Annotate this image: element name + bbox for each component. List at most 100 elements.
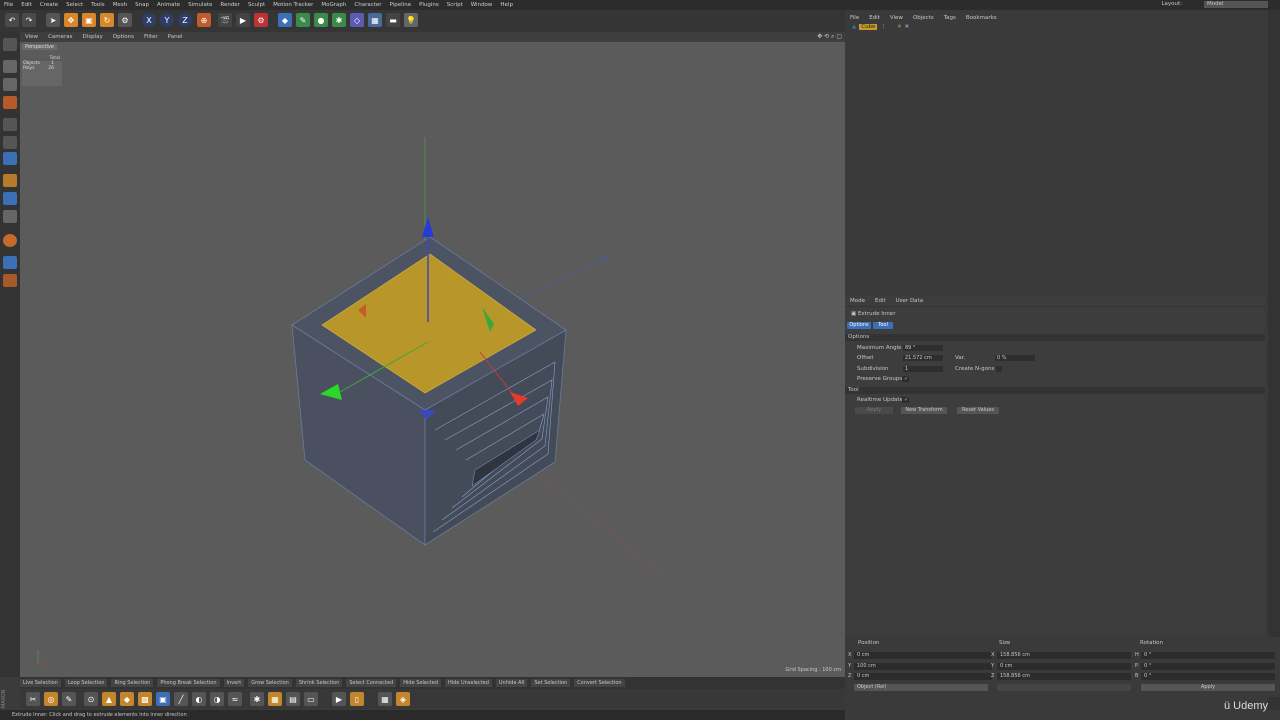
- menu-plugins[interactable]: Plugins: [415, 2, 443, 8]
- bevel-icon[interactable]: ◆: [120, 692, 134, 706]
- select-tool-icon[interactable]: ➤: [46, 13, 60, 27]
- matrix-extrude-icon[interactable]: ▩: [138, 692, 152, 706]
- menu-mograph[interactable]: MoGraph: [317, 2, 350, 8]
- menu-create[interactable]: Create: [36, 2, 62, 8]
- edges-mode-icon[interactable]: [3, 136, 17, 149]
- snapping-icon[interactable]: [3, 234, 17, 247]
- weld-icon[interactable]: ✱: [250, 692, 264, 706]
- viewport-menu-display[interactable]: Display: [78, 34, 108, 40]
- x-axis-lock-icon[interactable]: X: [142, 13, 156, 27]
- menu-tools[interactable]: Tools: [87, 2, 109, 8]
- menu-window[interactable]: Window: [467, 2, 497, 8]
- menu-mesh[interactable]: Mesh: [109, 2, 131, 8]
- menu-sculpt[interactable]: Sculpt: [244, 2, 269, 8]
- menu-render[interactable]: Render: [216, 2, 244, 8]
- rot-h-field[interactable]: 0 °: [1141, 652, 1275, 659]
- object-menu-tags[interactable]: Tags: [939, 15, 961, 21]
- coordinate-system-icon[interactable]: ⊕: [197, 13, 211, 27]
- split-icon[interactable]: ▭: [304, 692, 318, 706]
- array-icon[interactable]: ▯: [350, 692, 364, 706]
- menu-animate[interactable]: Animate: [153, 2, 184, 8]
- extrude-inner-tool-icon[interactable]: ▣: [156, 692, 170, 706]
- menu-simulate[interactable]: Simulate: [184, 2, 216, 8]
- size-mode-select[interactable]: [997, 684, 1131, 691]
- selection-tool-hide-unselected[interactable]: Hide Unselected: [444, 679, 492, 687]
- phong-tag-icon[interactable]: ✳: [897, 24, 902, 30]
- bridge-icon[interactable]: ◎: [44, 692, 58, 706]
- coordinates-apply-button[interactable]: Apply: [1141, 684, 1275, 691]
- subdivide-icon[interactable]: ▦: [378, 692, 392, 706]
- size-y-field[interactable]: 0 cm: [997, 663, 1131, 670]
- apply-button[interactable]: Apply: [855, 407, 893, 414]
- cloner-icon[interactable]: ✱: [332, 13, 346, 27]
- redo-icon[interactable]: ↷: [22, 13, 36, 27]
- menu-file[interactable]: File: [0, 2, 17, 8]
- object-menu-view[interactable]: View: [885, 15, 908, 21]
- move-tool-icon[interactable]: ✥: [64, 13, 78, 27]
- selection-tool-select-connected[interactable]: Select Connected: [346, 679, 397, 687]
- rot-p-field[interactable]: 0 °: [1141, 663, 1275, 670]
- 3d-viewport[interactable]: Perspective Total Objects 1 Polys 26 Gri…: [20, 42, 845, 677]
- model-mode-icon[interactable]: [3, 60, 17, 73]
- coordinate-mode-select[interactable]: Object (Rel): [854, 684, 988, 691]
- triangulate-icon[interactable]: ◈: [396, 692, 410, 706]
- tweak-mode-icon[interactable]: [3, 192, 17, 205]
- menu-pipeline[interactable]: Pipeline: [386, 2, 416, 8]
- selection-tool-loop-selection[interactable]: Loop Selection: [64, 679, 108, 687]
- rotate-tool-icon[interactable]: ↻: [100, 13, 114, 27]
- optimize-icon[interactable]: ▤: [286, 692, 300, 706]
- menu-motion-tracker[interactable]: Motion Tracker: [269, 2, 317, 8]
- undo-icon[interactable]: ↶: [5, 13, 19, 27]
- object-menu-bookmarks[interactable]: Bookmarks: [961, 15, 1002, 21]
- preserve-groups-checkbox[interactable]: ✓: [902, 376, 909, 382]
- render-view-icon[interactable]: 🎬: [218, 13, 232, 27]
- attribute-menu-mode[interactable]: Mode: [845, 298, 870, 304]
- viewport-solo-icon[interactable]: [3, 210, 17, 223]
- y-axis-lock-icon[interactable]: Y: [160, 13, 174, 27]
- deformer-icon[interactable]: ◇: [350, 13, 364, 27]
- menu-edit[interactable]: Edit: [17, 2, 36, 8]
- viewport-menu-filter[interactable]: Filter: [139, 34, 163, 40]
- z-axis-lock-icon[interactable]: Z: [178, 13, 192, 27]
- pen-spline-icon[interactable]: ✎: [296, 13, 310, 27]
- planar-workplane-icon[interactable]: [3, 274, 17, 287]
- close-hole-icon[interactable]: ⊙: [84, 692, 98, 706]
- tab-tool[interactable]: Tool: [873, 322, 893, 329]
- light-icon[interactable]: 💡: [404, 13, 418, 27]
- tab-options[interactable]: Options: [847, 322, 871, 329]
- selection-tool-shrink-selection[interactable]: Shrink Selection: [295, 679, 343, 687]
- menu-select[interactable]: Select: [62, 2, 87, 8]
- brush-icon[interactable]: ✎: [62, 692, 76, 706]
- dissolve-icon[interactable]: ▦: [268, 692, 282, 706]
- object-menu-edit[interactable]: Edit: [864, 15, 885, 21]
- pos-x-field[interactable]: 0 cm: [854, 652, 992, 659]
- knife-icon[interactable]: ✂: [26, 692, 40, 706]
- attribute-menu-user-data[interactable]: User Data: [891, 298, 928, 304]
- make-editable-icon[interactable]: [3, 38, 17, 51]
- pos-z-field[interactable]: 0 cm: [854, 673, 992, 680]
- floor-icon[interactable]: ▦: [368, 13, 382, 27]
- render-settings-icon[interactable]: ⚙: [254, 13, 268, 27]
- selection-tool-convert-selection[interactable]: Convert Selection: [574, 679, 625, 687]
- object-menu-objects[interactable]: Objects: [908, 15, 939, 21]
- stitch-icon[interactable]: ≈: [228, 692, 242, 706]
- checkmark-icon[interactable]: ✕: [905, 24, 910, 30]
- object-menu-file[interactable]: File: [845, 15, 864, 21]
- realtime-update-checkbox[interactable]: ✓: [902, 397, 909, 403]
- offset-field[interactable]: 21.572 cm: [903, 355, 943, 361]
- rot-b-field[interactable]: 0 °: [1141, 673, 1275, 680]
- side-tabs[interactable]: [1268, 10, 1280, 710]
- render-picture-viewer-icon[interactable]: ▶: [236, 13, 250, 27]
- visibility-dots-icon[interactable]: ⋮: [880, 24, 886, 30]
- cube-primitive-icon[interactable]: ◆: [278, 13, 292, 27]
- workplane-lock-icon[interactable]: [3, 256, 17, 269]
- menu-snap[interactable]: Snap: [131, 2, 153, 8]
- polygons-mode-icon[interactable]: [3, 152, 17, 165]
- attribute-menu-edit[interactable]: Edit: [870, 298, 891, 304]
- create-ngons-checkbox[interactable]: [996, 366, 1002, 372]
- pos-y-field[interactable]: 100 cm: [854, 663, 992, 670]
- selection-tool-grow-selection[interactable]: Grow Selection: [248, 679, 292, 687]
- viewport-menu-view[interactable]: View: [20, 34, 43, 40]
- max-angle-field[interactable]: 89 °: [903, 345, 943, 351]
- layout-select[interactable]: Model: [1204, 1, 1268, 8]
